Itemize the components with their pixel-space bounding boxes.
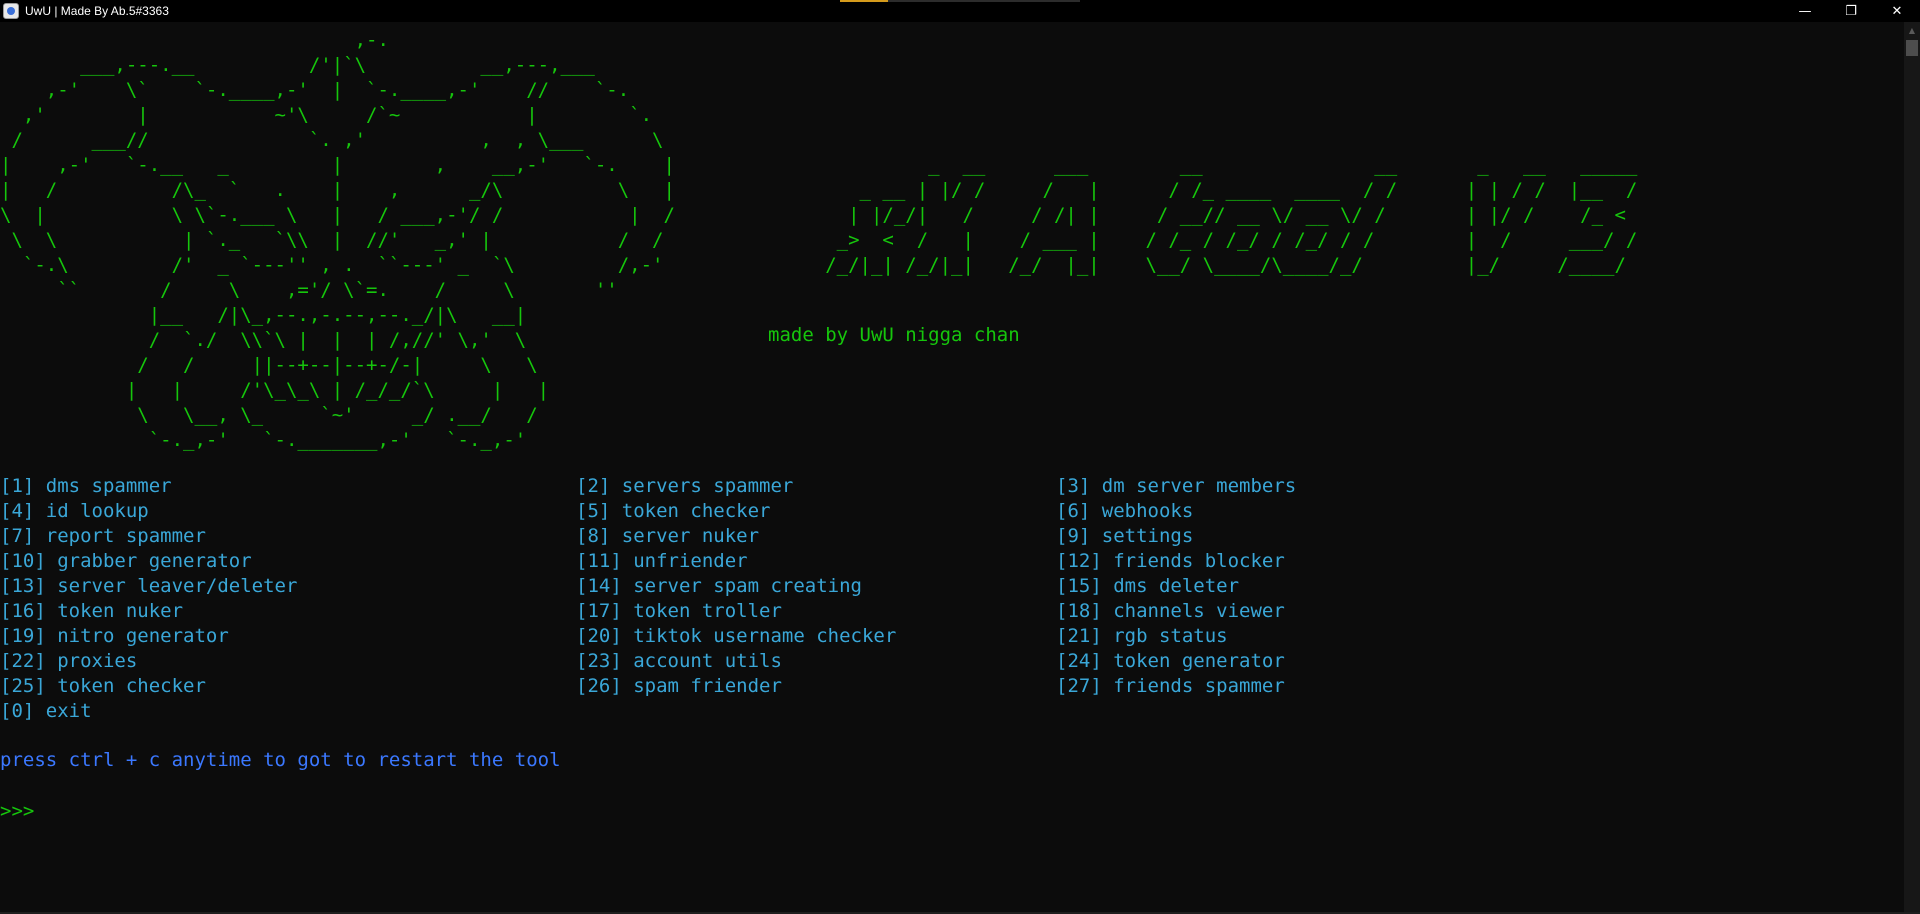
menu-item: [7] report spammer xyxy=(0,525,206,547)
close-button[interactable]: ✕ xyxy=(1874,0,1920,22)
ascii-banner-title: _ __ ___ __ __ _ __ _____ _ __ | |/ / / … xyxy=(825,154,1638,276)
menu-item: [20] tiktok username checker xyxy=(576,625,897,647)
menu-item: [13] server leaver/deleter xyxy=(0,575,298,597)
menu-item: [18] channels viewer xyxy=(1056,600,1285,622)
menu-item: [14] server spam creating xyxy=(576,575,862,597)
menu-item: [24] token generator xyxy=(1056,650,1285,672)
restart-hint: press ctrl + c anytime to got to restart… xyxy=(0,749,561,771)
window-controls: — ❐ ✕ xyxy=(1782,0,1920,22)
menu-item: [11] unfriender xyxy=(576,550,748,572)
credit-line: made by UwU nigga chan xyxy=(768,324,1020,346)
restore-button[interactable]: ❐ xyxy=(1828,0,1874,22)
minimize-button[interactable]: — xyxy=(1782,0,1828,22)
menu-item-exit: [0] exit xyxy=(0,700,92,722)
menu-item: [2] servers spammer xyxy=(576,475,794,497)
title-accent-bar xyxy=(840,0,888,2)
menu-item: [4] id lookup xyxy=(0,500,149,522)
scroll-up-arrow-icon[interactable]: ▲ xyxy=(1904,22,1920,38)
menu-item: [1] dms spammer xyxy=(0,475,172,497)
terminal-window: UwU | Made By Ab.5#3363 — ❐ ✕ ,-. ___,--… xyxy=(0,0,1920,914)
menu-item: [17] token troller xyxy=(576,600,782,622)
menu-item: [12] friends blocker xyxy=(1056,550,1285,572)
menu-item: [26] spam friender xyxy=(576,675,782,697)
menu-item: [25] token checker xyxy=(0,675,206,697)
menu-item: [6] webhooks xyxy=(1056,500,1194,522)
menu-item: [21] rgb status xyxy=(1056,625,1228,647)
menu-item: [9] settings xyxy=(1056,525,1194,547)
menu-item: [19] nitro generator xyxy=(0,625,229,647)
menu-item: [5] token checker xyxy=(576,500,771,522)
menu-item: [10] grabber generator xyxy=(0,550,252,572)
title-bar[interactable]: UwU | Made By Ab.5#3363 — ❐ ✕ xyxy=(0,0,1920,22)
title-tab-strip xyxy=(888,0,1080,2)
scrollbar-thumb[interactable] xyxy=(1906,40,1918,56)
menu-item: [3] dm server members xyxy=(1056,475,1297,497)
ascii-logo-art: ,-. ___,---.__ /'|`\ __,---,___ ,-' \` `… xyxy=(0,29,675,451)
menu-item: [23] account utils xyxy=(576,650,782,672)
console-output[interactable]: ,-. ___,---.__ /'|`\ __,---,___ ,-' \` `… xyxy=(0,22,1904,914)
menu-item: [22] proxies xyxy=(0,650,138,672)
app-icon xyxy=(3,3,19,19)
window-title: UwU | Made By Ab.5#3363 xyxy=(25,4,169,18)
menu-item: [16] token nuker xyxy=(0,600,184,622)
menu-item: [8] server nuker xyxy=(576,525,760,547)
vertical-scrollbar[interactable]: ▲ xyxy=(1904,22,1920,914)
menu-item: [27] friends spammer xyxy=(1056,675,1285,697)
menu-item: [15] dms deleter xyxy=(1056,575,1240,597)
input-prompt[interactable]: >>> xyxy=(0,800,34,822)
